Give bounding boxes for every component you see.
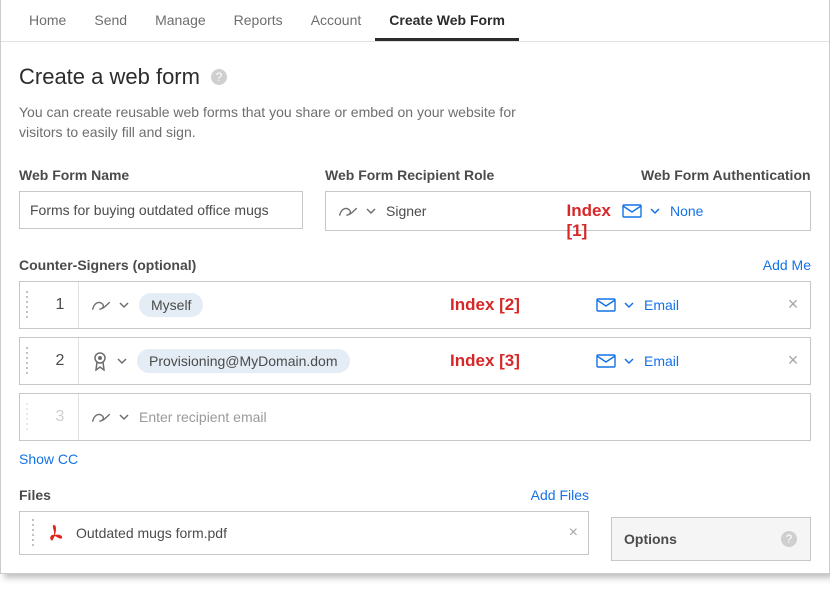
pen-icon[interactable]	[91, 297, 111, 313]
top-nav: Home Send Manage Reports Account Create …	[1, 0, 829, 42]
add-files-link[interactable]: Add Files	[531, 487, 589, 503]
nav-reports[interactable]: Reports	[220, 0, 297, 41]
page-description: You can create reusable web forms that y…	[19, 102, 539, 143]
pen-icon[interactable]	[338, 203, 358, 219]
counter-signer-row: 2 Provisioning@MyDomain.dom Index [3] Em…	[19, 337, 811, 385]
chevron-down-icon[interactable]	[119, 300, 129, 310]
order-number: 2	[42, 352, 78, 370]
mail-icon[interactable]	[622, 204, 642, 218]
order-number: 1	[42, 296, 78, 314]
web-form-name-input[interactable]	[19, 191, 303, 229]
options-title: Options	[624, 531, 677, 547]
remove-row-icon[interactable]: ×	[776, 350, 810, 371]
nav-account[interactable]: Account	[297, 0, 376, 41]
nav-create-web-form[interactable]: Create Web Form	[375, 0, 519, 41]
files-title: Files	[19, 487, 51, 503]
order-number: 3	[42, 408, 78, 426]
svg-text:?: ?	[786, 532, 793, 546]
annotation-index-3: Index [3]	[450, 351, 520, 371]
svg-text:?: ?	[216, 70, 223, 84]
label-recipient-role: Web Form Recipient Role	[325, 167, 619, 183]
remove-row-icon[interactable]: ×	[776, 294, 810, 315]
role-auth-box: Signer Index [1] None	[325, 191, 811, 231]
add-me-link[interactable]: Add Me	[763, 257, 811, 273]
help-icon[interactable]: ?	[210, 68, 228, 86]
pen-icon[interactable]	[91, 409, 111, 425]
drag-handle-icon[interactable]	[32, 519, 40, 547]
auth-method[interactable]: Email	[644, 297, 679, 313]
page-title-text: Create a web form	[19, 64, 200, 90]
recipient-email-input[interactable]: Enter recipient email	[139, 409, 267, 425]
help-icon[interactable]: ?	[780, 530, 798, 548]
remove-file-icon[interactable]: ×	[569, 524, 578, 542]
chevron-down-icon[interactable]	[119, 412, 129, 422]
nav-home[interactable]: Home	[15, 0, 80, 41]
recipient-pill[interactable]: Myself	[139, 293, 203, 317]
show-cc-link[interactable]: Show CC	[19, 451, 78, 467]
label-authentication: Web Form Authentication	[641, 167, 811, 183]
drag-handle-icon[interactable]	[26, 403, 34, 431]
nav-manage[interactable]: Manage	[141, 0, 220, 41]
auth-value[interactable]: None	[670, 203, 703, 219]
pdf-icon	[48, 523, 66, 543]
counter-signers-title: Counter-Signers (optional)	[19, 257, 196, 273]
chevron-down-icon[interactable]	[366, 206, 376, 216]
annotation-index-1: Index [1]	[566, 201, 610, 241]
mail-icon[interactable]	[596, 298, 616, 312]
seal-icon[interactable]	[91, 351, 109, 371]
file-name: Outdated mugs form.pdf	[76, 525, 227, 541]
label-web-form-name: Web Form Name	[19, 167, 303, 183]
drag-handle-icon[interactable]	[26, 291, 34, 319]
chevron-down-icon[interactable]	[117, 356, 127, 366]
recipient-pill[interactable]: Provisioning@MyDomain.dom	[137, 349, 350, 373]
mail-icon[interactable]	[596, 354, 616, 368]
chevron-down-icon[interactable]	[650, 206, 660, 216]
nav-send[interactable]: Send	[80, 0, 141, 41]
role-value: Signer	[386, 203, 426, 219]
auth-method[interactable]: Email	[644, 353, 679, 369]
file-row: Outdated mugs form.pdf ×	[19, 511, 589, 555]
chevron-down-icon[interactable]	[624, 300, 634, 310]
options-panel[interactable]: Options ?	[611, 517, 811, 561]
drag-handle-icon[interactable]	[26, 347, 34, 375]
counter-signer-row: 1 Myself Index [2] Email ×	[19, 281, 811, 329]
chevron-down-icon[interactable]	[624, 356, 634, 366]
counter-signer-row: 3 Enter recipient email	[19, 393, 811, 441]
annotation-index-2: Index [2]	[450, 295, 520, 315]
page-title: Create a web form ?	[19, 64, 228, 90]
